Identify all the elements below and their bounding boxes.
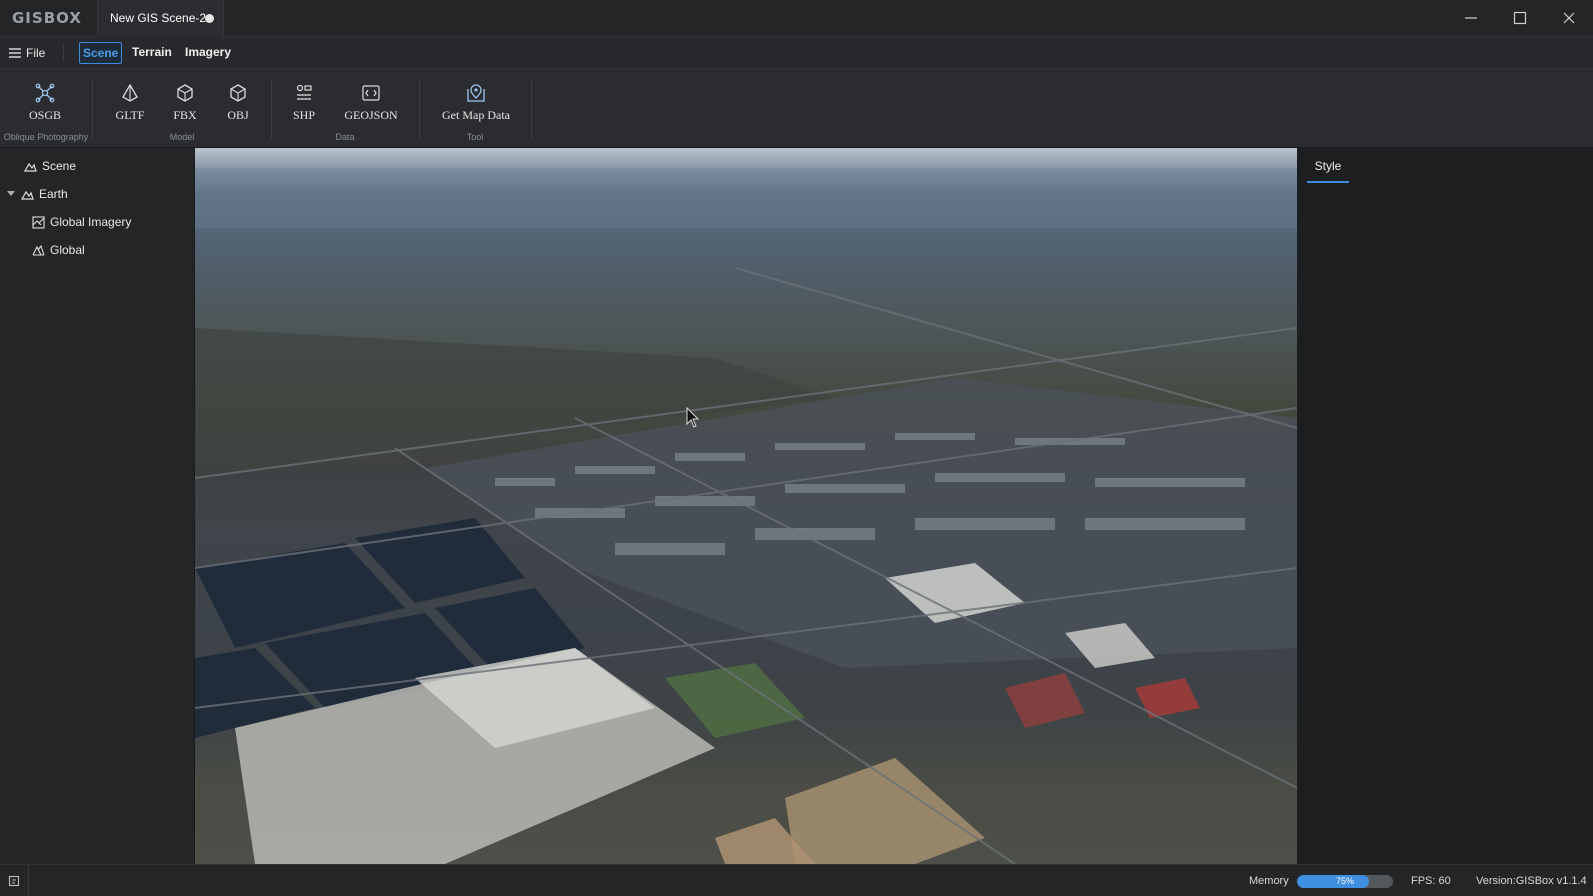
shp-icon [296, 84, 312, 100]
get-map-data-label: Get Map Data [442, 108, 510, 122]
hamburger-icon [9, 48, 21, 58]
scene-icon [24, 162, 37, 172]
memory-progress-bar: 75% [1297, 875, 1393, 888]
geojson-icon [362, 85, 380, 101]
gltf-icon [122, 83, 138, 102]
get-map-data-button[interactable]: Get Map Data [438, 83, 514, 127]
earth-icon [21, 190, 34, 200]
minimize-icon [1465, 17, 1477, 19]
gltf-button[interactable]: GLTF [109, 83, 151, 127]
imagery-icon [32, 215, 45, 229]
group-label-model: Model [169, 132, 195, 142]
tab-imagery[interactable]: Imagery [182, 42, 234, 64]
geojson-button[interactable]: GEOJSON [340, 83, 402, 127]
osgb-button[interactable]: OSGB [24, 83, 66, 127]
memory-label: Memory [1249, 875, 1289, 887]
properties-panel: Style [1297, 148, 1593, 864]
version-label: Version:GISBox v1.1.4 [1476, 875, 1587, 887]
menu-bar: File Scene Terrain Imagery [0, 37, 1593, 69]
fbx-label: FBX [173, 108, 197, 122]
map-viewport[interactable] [195, 148, 1297, 864]
fbx-icon [177, 84, 193, 102]
file-menu-label: File [26, 46, 46, 60]
tab-scene[interactable]: Scene [79, 42, 123, 64]
gltf-label: GLTF [115, 108, 145, 122]
tab-terrain[interactable]: Terrain [129, 42, 175, 64]
tree-item-earth[interactable]: Earth [6, 183, 68, 205]
osgb-icon [35, 83, 55, 103]
maximize-icon [1513, 11, 1527, 25]
obj-icon [230, 84, 246, 102]
tree-item-label: Earth [39, 187, 68, 201]
fbx-button[interactable]: FBX [164, 83, 206, 127]
obj-label: OBJ [227, 108, 249, 122]
shp-button[interactable]: SHP [283, 83, 325, 127]
ribbon-divider [92, 81, 93, 139]
tree-item-global-imagery[interactable]: Global Imagery [32, 211, 131, 233]
tree-item-global[interactable]: Global [32, 239, 85, 261]
unsaved-dot-icon[interactable] [205, 14, 214, 23]
file-menu[interactable]: File [9, 44, 45, 62]
fps-readout: FPS: 60 [1411, 875, 1451, 887]
group-label-oblique: Oblique Photography [3, 132, 89, 142]
map-pin-icon [467, 84, 485, 102]
app-logo: GISBOX [12, 9, 82, 27]
log-icon [8, 875, 20, 887]
ribbon-divider [271, 81, 272, 139]
ribbon-divider [419, 81, 420, 139]
geojson-label: GEOJSON [344, 108, 398, 122]
shp-label: SHP [292, 108, 315, 122]
ribbon-divider [531, 81, 532, 139]
aerial-imagery [195, 168, 1297, 864]
tree-item-label: Global [50, 243, 85, 257]
terrain-icon [32, 244, 45, 256]
memory-percent: 75% [1335, 876, 1354, 886]
chevron-down-icon[interactable] [6, 190, 16, 198]
osgb-label: OSGB [28, 108, 61, 122]
tree-item-label: Scene [42, 159, 77, 173]
document-tab[interactable]: New GIS Scene-2 [97, 0, 224, 37]
ribbon-toolbar: OSGB Oblique Photography GLTF FBX OBJ Mo… [0, 69, 1593, 148]
scene-tree-panel: Scene Earth Global Imagery Global [0, 148, 195, 864]
tree-item-label: Global Imagery [50, 215, 132, 229]
minimize-button[interactable] [1447, 0, 1495, 37]
status-bar: Memory 75% FPS: 60 Version:GISBox v1.1.4 [0, 864, 1593, 896]
close-icon [1563, 12, 1575, 24]
tree-item-scene[interactable]: Scene [24, 155, 76, 177]
menu-divider [63, 45, 64, 61]
close-button[interactable] [1545, 0, 1593, 37]
log-button[interactable] [0, 865, 29, 896]
tab-style[interactable]: Style [1307, 158, 1349, 183]
document-tab-title: New GIS Scene-2 [110, 11, 207, 25]
group-label-tool: Tool [466, 132, 484, 142]
maximize-button[interactable] [1496, 0, 1544, 37]
obj-button[interactable]: OBJ [217, 83, 259, 127]
title-bar: GISBOX New GIS Scene-2 [0, 0, 1593, 37]
group-label-data: Data [335, 132, 355, 142]
